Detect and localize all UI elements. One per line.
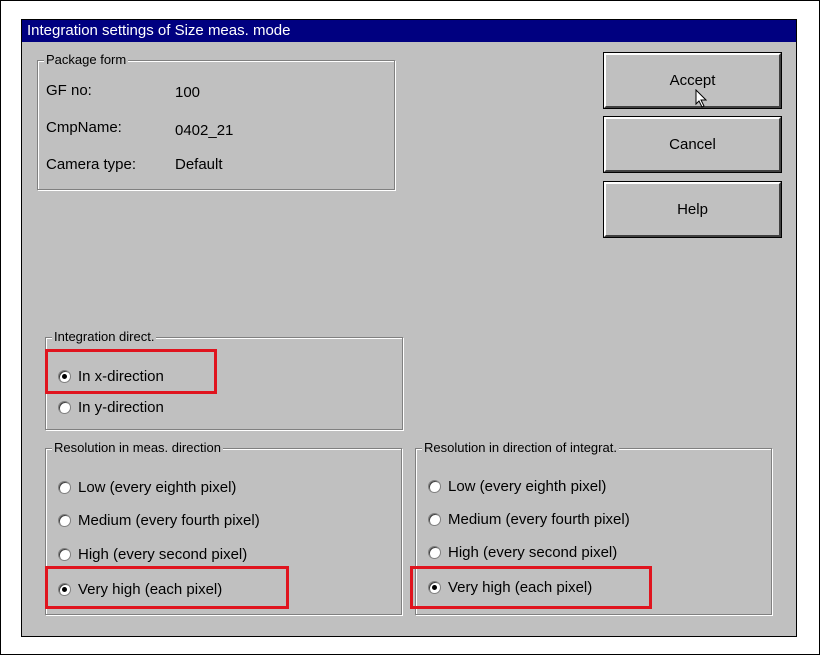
mouse-pointer-icon bbox=[695, 89, 707, 108]
accept-button-label: Accept bbox=[669, 72, 716, 89]
radio-unchecked-icon bbox=[428, 546, 441, 559]
cancel-button-label: Cancel bbox=[669, 136, 716, 153]
dialog-window: Integration settings of Size meas. mode … bbox=[21, 19, 797, 637]
camera-type-value: Default bbox=[175, 156, 223, 173]
radio-unchecked-icon bbox=[58, 401, 71, 414]
package-form-group: Package form GF no: 100 CmpName: 0402_21… bbox=[37, 52, 395, 190]
radio-label: Low (every eighth pixel) bbox=[78, 479, 237, 496]
radio-meas-medium[interactable]: Medium (every fourth pixel) bbox=[58, 512, 260, 529]
cmp-name-label: CmpName: bbox=[46, 119, 122, 136]
cmp-name-value: 0402_21 bbox=[175, 122, 234, 139]
radio-label: High (every second pixel) bbox=[78, 546, 248, 563]
radio-integrat-low[interactable]: Low (every eighth pixel) bbox=[428, 478, 606, 495]
radio-in-y-direction[interactable]: In y-direction bbox=[58, 399, 164, 416]
radio-unchecked-icon bbox=[428, 513, 441, 526]
radio-unchecked-icon bbox=[428, 480, 441, 493]
radio-label: In y-direction bbox=[78, 399, 164, 416]
resolution-integrat-label: Resolution in direction of integrat. bbox=[422, 440, 619, 456]
radio-label: High (every second pixel) bbox=[448, 544, 618, 561]
accept-button[interactable]: Accept bbox=[603, 52, 782, 109]
resolution-meas-label: Resolution in meas. direction bbox=[52, 440, 223, 456]
radio-unchecked-icon bbox=[58, 481, 71, 494]
radio-label: Medium (every fourth pixel) bbox=[78, 512, 260, 529]
highlight-box-x-direction bbox=[45, 349, 217, 394]
help-button[interactable]: Help bbox=[603, 181, 782, 238]
highlight-box-integrat-very-high bbox=[410, 566, 652, 609]
window-title: Integration settings of Size meas. mode bbox=[22, 20, 796, 42]
highlight-box-meas-very-high bbox=[45, 566, 289, 609]
radio-meas-low[interactable]: Low (every eighth pixel) bbox=[58, 479, 236, 496]
radio-integrat-medium[interactable]: Medium (every fourth pixel) bbox=[428, 511, 630, 528]
package-form-label: Package form bbox=[44, 52, 129, 68]
radio-unchecked-icon bbox=[58, 514, 71, 527]
radio-label: Medium (every fourth pixel) bbox=[448, 511, 630, 528]
gf-no-label: GF no: bbox=[46, 82, 92, 99]
radio-unchecked-icon bbox=[58, 548, 71, 561]
radio-label: Low (every eighth pixel) bbox=[448, 478, 607, 495]
integration-direct-label: Integration direct. bbox=[52, 329, 157, 345]
radio-meas-high[interactable]: High (every second pixel) bbox=[58, 546, 247, 563]
radio-integrat-high[interactable]: High (every second pixel) bbox=[428, 544, 617, 561]
help-button-label: Help bbox=[677, 201, 708, 218]
gf-no-value: 100 bbox=[175, 84, 201, 101]
camera-type-label: Camera type: bbox=[46, 156, 137, 173]
cancel-button[interactable]: Cancel bbox=[603, 116, 782, 173]
